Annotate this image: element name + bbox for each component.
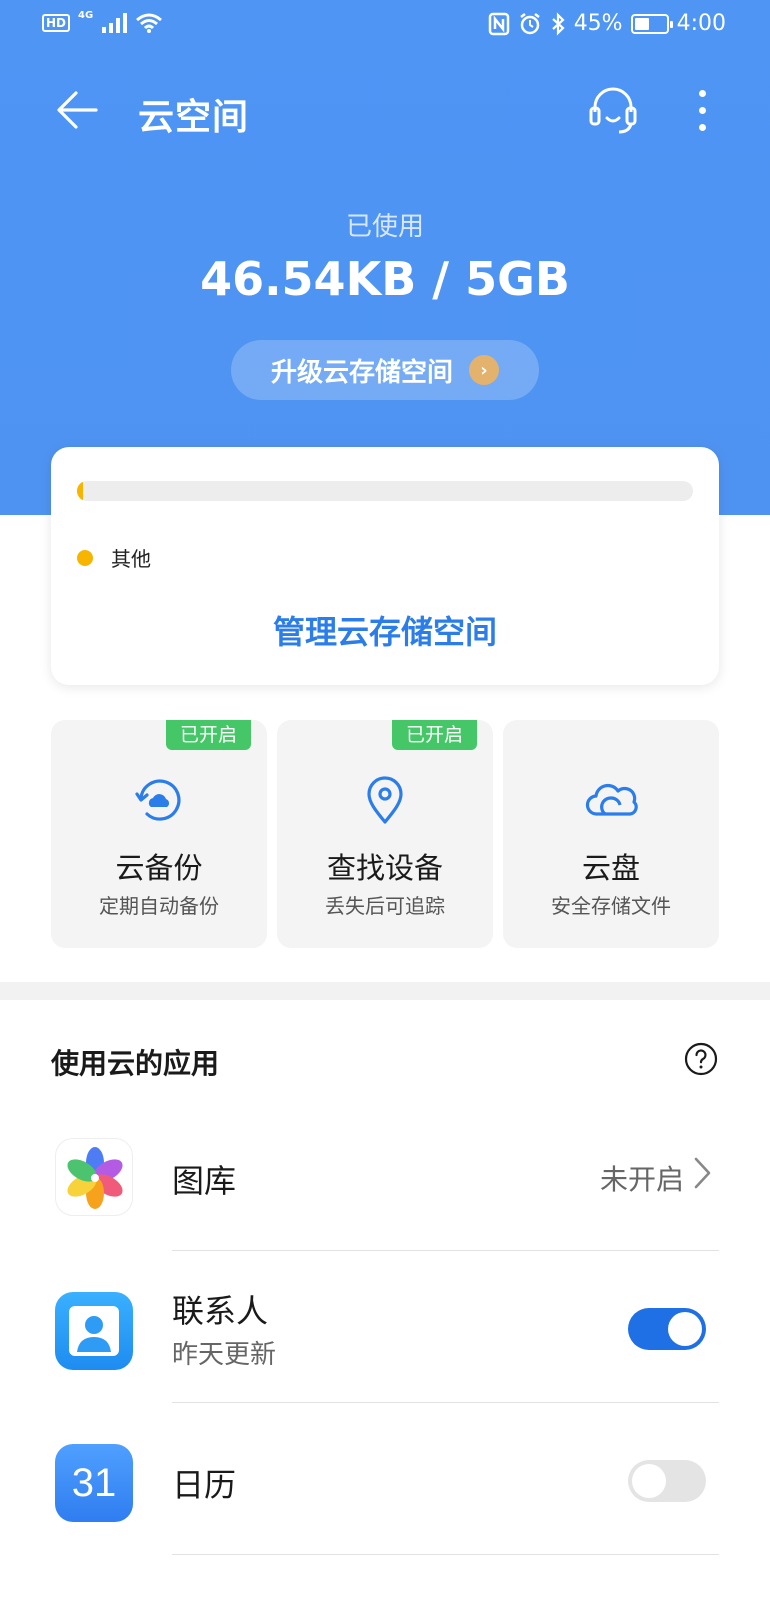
toggle-knob (668, 1312, 702, 1346)
contacts-icon (55, 1292, 133, 1370)
contacts-sync-toggle[interactable] (628, 1308, 706, 1350)
backup-icon (135, 779, 181, 821)
legend-label: 其他 (111, 547, 151, 571)
usage-value: 46.54KB / 5GB (200, 252, 570, 306)
cloud-icon (585, 783, 638, 816)
location-pin-icon (367, 776, 403, 824)
enabled-badge: 已开启 (391, 720, 477, 750)
section-divider (0, 982, 770, 1000)
row-divider (172, 1250, 719, 1251)
app-name: 图库 (172, 1162, 237, 1200)
upgrade-storage-label: 升级云存储空间 (270, 357, 453, 388)
feature-tiles: 已开启 云备份 定期自动备份 已开启 查找设备 丢失后可追踪 云盘 安全存储文件 (51, 720, 719, 948)
back-button[interactable] (50, 82, 106, 138)
tile-cloud-backup[interactable]: 已开启 云备份 定期自动备份 (51, 720, 267, 948)
battery-icon (630, 13, 673, 34)
more-dot-icon (698, 123, 706, 131)
tile-subtitle: 安全存储文件 (551, 894, 671, 918)
storage-card: 其他 管理云存储空间 (51, 447, 719, 685)
used-label: 已使用 (345, 212, 424, 242)
app-row-calendar: 31 日历 (0, 1404, 770, 1556)
storage-legend: 其他 (77, 543, 151, 572)
alarm-icon (519, 12, 540, 34)
hd-badge: HD (42, 14, 71, 32)
more-dot-icon (698, 89, 706, 97)
tile-subtitle: 丢失后可追踪 (325, 894, 445, 918)
tile-title: 查找设备 (326, 851, 443, 885)
help-icon[interactable] (684, 1042, 718, 1076)
toggle-knob (632, 1464, 666, 1498)
signal-icon (102, 13, 128, 33)
tile-title: 云盘 (581, 851, 640, 885)
bluetooth-icon (551, 11, 565, 36)
app-name: 联系人 (172, 1292, 269, 1330)
app-row-contacts: 联系人 昨天更新 (0, 1252, 770, 1404)
app-row-gallery[interactable]: 图库 未开启 (0, 1100, 770, 1252)
storage-usage-fill (77, 481, 83, 501)
app-updated: 昨天更新 (172, 1340, 277, 1370)
back-arrow-icon (57, 91, 98, 129)
enabled-badge: 已开启 (165, 720, 251, 750)
row-divider (172, 1402, 719, 1403)
app-name: 日历 (172, 1466, 237, 1504)
app-status: 未开启 (599, 1163, 684, 1196)
section-title: 使用云的应用 (51, 1047, 220, 1080)
wifi-icon (136, 13, 163, 33)
calendar-icon: 31 (55, 1444, 133, 1522)
status-bar: HD 4G 45% 4:00 (0, 0, 770, 52)
network-type: 4G (78, 9, 94, 21)
more-dot-icon (698, 106, 706, 114)
gallery-icon (55, 1138, 133, 1216)
calendar-sync-toggle[interactable] (628, 1460, 706, 1502)
toolbar: 云空间 (0, 70, 770, 150)
headset-icon (589, 87, 637, 134)
tile-find-device[interactable]: 已开启 查找设备 丢失后可追踪 (277, 720, 493, 948)
nfc-icon (488, 12, 509, 35)
chevron-right-icon: › (469, 355, 499, 385)
page-title: 云空间 (138, 97, 250, 138)
clock: 4:00 (676, 11, 726, 36)
battery-percent: 45% (573, 11, 623, 36)
storage-usage-bar (77, 481, 693, 501)
more-options-button[interactable] (682, 82, 722, 138)
row-divider (172, 1554, 719, 1555)
manage-storage-link[interactable]: 管理云存储空间 (51, 607, 719, 653)
tile-cloud-drive[interactable]: 云盘 安全存储文件 (503, 720, 719, 948)
tile-title: 云备份 (115, 851, 203, 885)
upgrade-storage-button[interactable]: 升级云存储空间 › (231, 340, 539, 400)
tile-subtitle: 定期自动备份 (99, 894, 219, 918)
chevron-right-icon (694, 1157, 711, 1189)
legend-dot (77, 549, 93, 566)
customer-service-button[interactable] (585, 82, 641, 138)
